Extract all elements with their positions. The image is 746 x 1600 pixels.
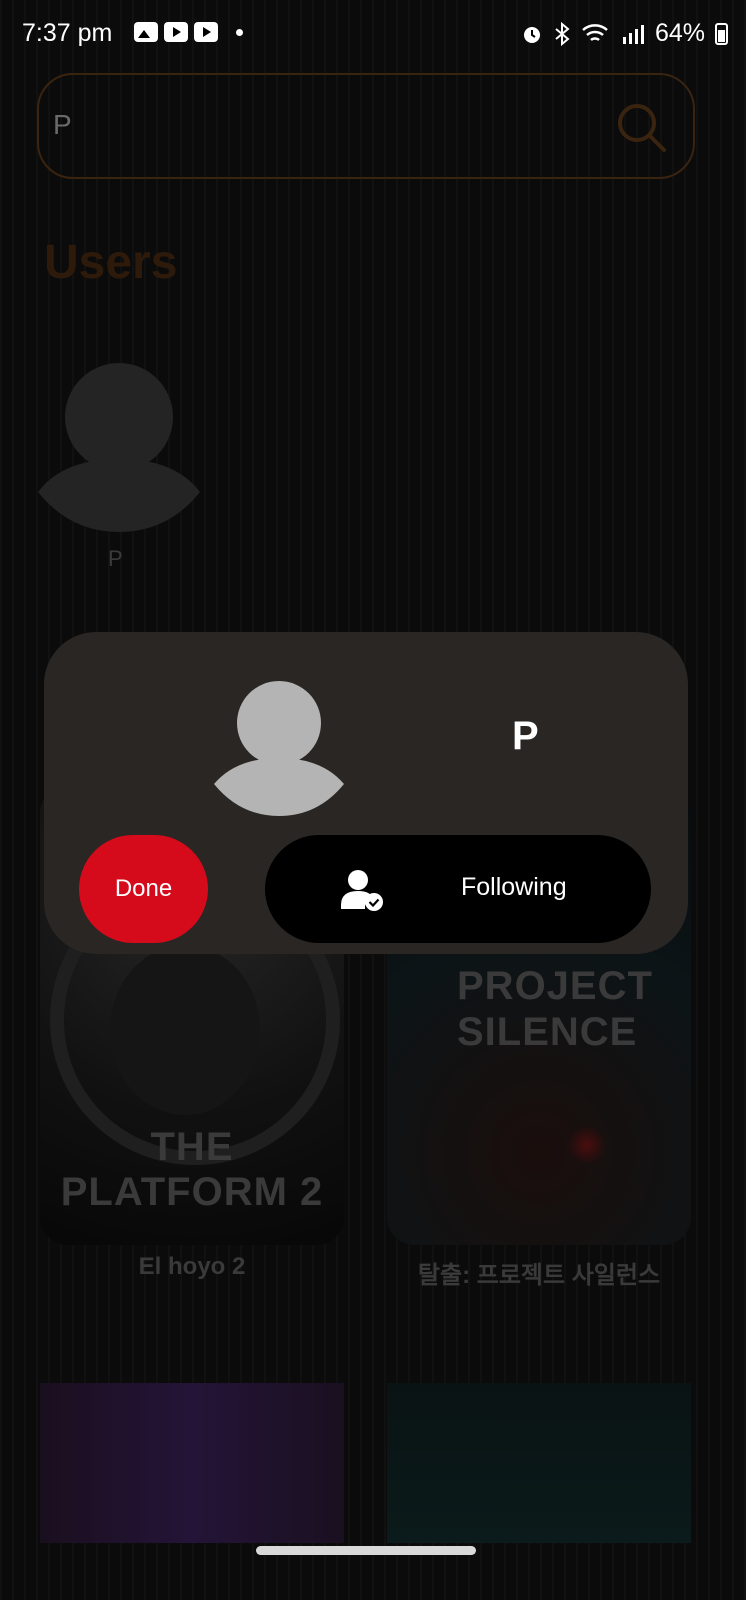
following-button-label: Following (461, 873, 567, 901)
system-icons: 64% (521, 19, 728, 48)
search-icon[interactable] (613, 99, 669, 155)
battery-icon (715, 22, 728, 45)
alarm-icon (523, 26, 540, 43)
status-bar: 7:37 pm 64% (0, 0, 746, 64)
movie-poster[interactable] (40, 1383, 344, 1543)
more-notifications-dot-icon (236, 28, 243, 36)
movie-title[interactable]: El hoyo 2 (40, 1253, 344, 1281)
poster-head-art (110, 945, 260, 1115)
youtube-notification-icon (164, 22, 188, 42)
user-follow-dialog: P Done Following (44, 632, 688, 954)
users-section-title: Users (44, 236, 178, 289)
youtube-notification-icon-2 (194, 22, 218, 42)
poster-glow-art (567, 1125, 607, 1165)
done-button-label: Done (114, 875, 173, 902)
user-check-icon (341, 870, 383, 911)
movie-poster[interactable] (387, 1383, 691, 1543)
following-button[interactable]: Following (265, 835, 651, 943)
signal-icon (622, 24, 644, 44)
search-input[interactable]: P (37, 73, 695, 179)
user-avatar[interactable] (38, 362, 200, 532)
home-indicator[interactable] (256, 1546, 476, 1555)
dialog-user-name: P (512, 714, 539, 758)
search-value: P (53, 109, 72, 140)
battery-percent: 64% (654, 19, 705, 47)
done-button[interactable]: Done (79, 835, 208, 943)
poster-title-text: THE PLATFORM 2 (60, 1125, 324, 1214)
bluetooth-icon (555, 21, 570, 46)
status-time: 7:37 pm (22, 19, 113, 47)
wifi-icon (582, 23, 608, 41)
page-background: 7:37 pm 64% P Users P THE PLATFORM 2 El … (0, 0, 746, 1600)
notification-icons (134, 22, 243, 42)
poster-title-text: PROJECT SILENCE (457, 964, 653, 1054)
user-name[interactable]: P (108, 546, 123, 572)
gallery-notification-icon (134, 22, 158, 42)
dialog-avatar (214, 681, 344, 816)
movie-title[interactable]: 탈출: 프로젝트 사일런스 (387, 1255, 691, 1290)
